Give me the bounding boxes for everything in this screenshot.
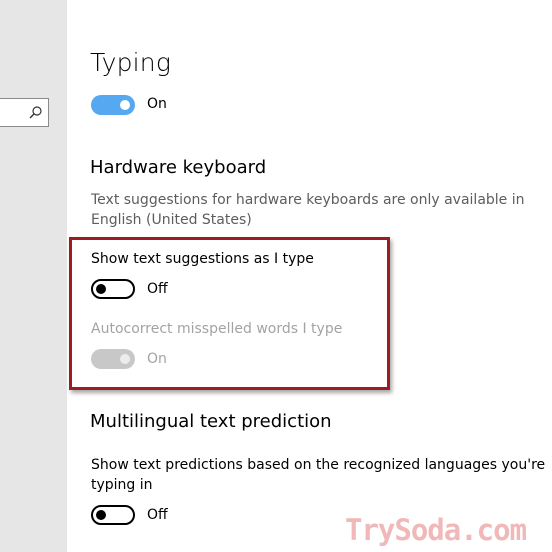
- autocorrect-label: Autocorrect misspelled words I type: [91, 321, 343, 337]
- multilingual-label-line1: Show text predictions based on the recog…: [91, 457, 546, 473]
- hardware-description-line2: English (United States): [91, 212, 252, 228]
- show-suggestions-state: Off: [147, 281, 168, 297]
- autocorrect-state: On: [147, 351, 167, 367]
- search-icon: [29, 106, 42, 119]
- hardware-description-line1: Text suggestions for hardware keyboards …: [91, 192, 525, 208]
- page-title: Typing: [90, 48, 172, 77]
- sidebar: [0, 0, 67, 552]
- toggle-knob: [96, 284, 106, 294]
- multilingual-toggle[interactable]: [91, 505, 135, 525]
- multilingual-heading: Multilingual text prediction: [90, 411, 332, 432]
- typing-toggle[interactable]: [91, 95, 135, 115]
- show-suggestions-label: Show text suggestions as I type: [91, 251, 314, 267]
- toggle-knob: [120, 100, 130, 110]
- search-input[interactable]: [0, 98, 49, 127]
- watermark: TrySoda.com: [345, 513, 527, 547]
- show-suggestions-toggle[interactable]: [91, 279, 135, 299]
- autocorrect-toggle: [91, 349, 135, 369]
- toggle-knob: [120, 354, 130, 364]
- toggle-knob: [96, 510, 106, 520]
- multilingual-label-line2: typing in: [91, 477, 153, 493]
- hardware-keyboard-heading: Hardware keyboard: [90, 157, 267, 178]
- multilingual-state: Off: [147, 507, 168, 523]
- typing-toggle-state: On: [147, 96, 167, 112]
